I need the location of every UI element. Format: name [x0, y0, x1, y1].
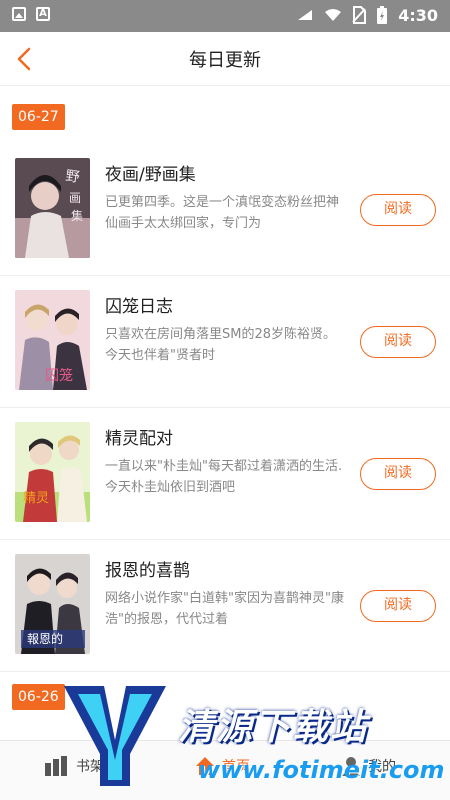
font-notification-icon: A [36, 7, 50, 21]
item-description: 已更第四季。这是一个滇氓变态粉丝把神仙画手太太绑回家，专门为 [105, 195, 340, 231]
bottom-nav: 书架 首页 我的 [0, 740, 450, 800]
nav-profile[interactable]: 我的 [340, 755, 396, 777]
read-button[interactable]: 阅读 [360, 194, 436, 226]
nav-bookshelf[interactable]: 书架 [44, 755, 104, 777]
signal-icon [298, 10, 313, 20]
list-item[interactable]: 精灵 精灵配对 一直以来"朴圭灿"每天都过着潇洒的生活.今天朴圭灿依旧到酒吧 阅… [0, 408, 450, 540]
bookshelf-icon [45, 756, 67, 776]
item-title[interactable]: 报恩的喜鹊 [105, 556, 190, 581]
status-bar: A 4:30 [0, 0, 450, 32]
item-description: 一直以来"朴圭灿"每天都过着潇洒的生活.今天朴圭灿依旧到酒吧 [105, 459, 343, 495]
svg-text:報恩的: 報恩的 [27, 631, 63, 646]
read-button[interactable]: 阅读 [360, 326, 436, 358]
comic-cover[interactable]: 野 画 集 [15, 158, 90, 258]
svg-text:画: 画 [69, 191, 81, 205]
item-title[interactable]: 精灵配对 [105, 424, 173, 449]
no-sim-icon [352, 6, 367, 24]
list-item[interactable]: 囚笼 囚笼日志 只喜欢在房间角落里SM的28岁陈裕贤。 今天也伴着"贤者时 阅读 [0, 276, 450, 408]
svg-text:野: 野 [64, 168, 80, 186]
read-button[interactable]: 阅读 [360, 458, 436, 490]
list-item[interactable]: 報恩的 报恩的喜鹊 网络小说作家"白道韩"家因为喜鹊神灵"康浩"的报恩，代代过着… [0, 540, 450, 672]
comic-cover[interactable]: 精灵 [15, 422, 90, 522]
home-icon [196, 757, 214, 775]
date-tag: 06-27 [12, 104, 65, 130]
battery-charging-icon [377, 6, 388, 24]
read-button[interactable]: 阅读 [360, 590, 436, 622]
comic-cover[interactable]: 囚笼 [15, 290, 90, 390]
nav-profile-label: 我的 [368, 759, 396, 775]
nav-home-label: 首页 [222, 759, 250, 775]
comic-cover[interactable]: 報恩的 [15, 554, 90, 654]
svg-text:囚笼: 囚笼 [45, 367, 73, 384]
page-title: 每日更新 [189, 50, 261, 71]
profile-icon [342, 757, 360, 776]
svg-text:集: 集 [71, 208, 83, 223]
item-description: 网络小说作家"白道韩"家因为喜鹊神灵"康浩"的报恩，代代过着 [105, 591, 344, 627]
date-tag: 06-26 [12, 684, 65, 710]
nav-bookshelf-label: 书架 [76, 759, 104, 775]
wifi-icon [325, 9, 342, 21]
update-list[interactable]: 06-27 野 画 集 夜画/野画集 已更第四季。这是一个滇氓变态粉丝把神仙画手… [0, 86, 450, 740]
status-time: 4:30 [398, 5, 438, 25]
header: 每日更新 [0, 32, 450, 86]
list-item[interactable]: 野 画 集 夜画/野画集 已更第四季。这是一个滇氓变态粉丝把神仙画手太太绑回家，… [0, 144, 450, 276]
item-title[interactable]: 夜画/野画集 [105, 160, 196, 185]
item-description: 只喜欢在房间角落里SM的28岁陈裕贤。 今天也伴着"贤者时 [105, 327, 337, 363]
nav-home[interactable]: 首页 [194, 755, 250, 777]
image-notification-icon [12, 7, 26, 21]
svg-text:精灵: 精灵 [23, 491, 49, 506]
item-title[interactable]: 囚笼日志 [105, 292, 173, 317]
